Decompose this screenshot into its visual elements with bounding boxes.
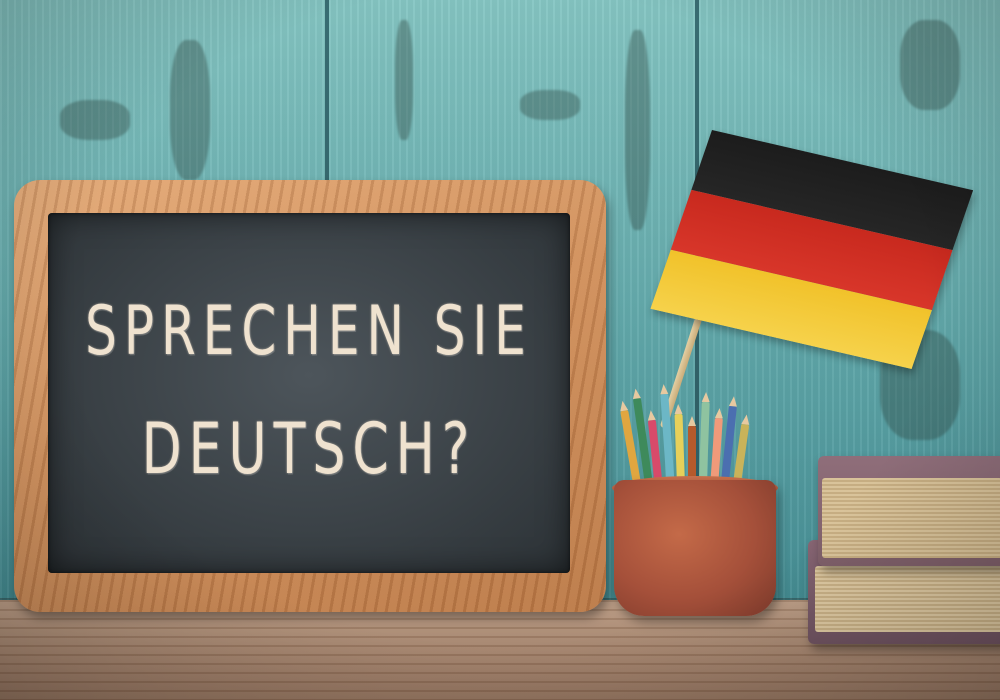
- paint-wear: [60, 100, 130, 140]
- paint-wear: [625, 30, 650, 230]
- photo-scene: SPRECHEN SIE DEUTSCH?: [0, 0, 1000, 700]
- book-bottom-pages: [815, 566, 1000, 632]
- book-top-pages: [822, 478, 1000, 558]
- paint-wear: [395, 20, 413, 140]
- paint-wear: [170, 40, 210, 180]
- chalk-text-line-2: DEUTSCH?: [141, 409, 477, 491]
- pencil-pot: [614, 480, 776, 616]
- chalk-text-line-1: SPRECHEN SIE: [85, 291, 533, 371]
- paint-wear: [900, 20, 960, 110]
- chalkboard: [48, 213, 570, 573]
- paint-wear: [520, 90, 580, 120]
